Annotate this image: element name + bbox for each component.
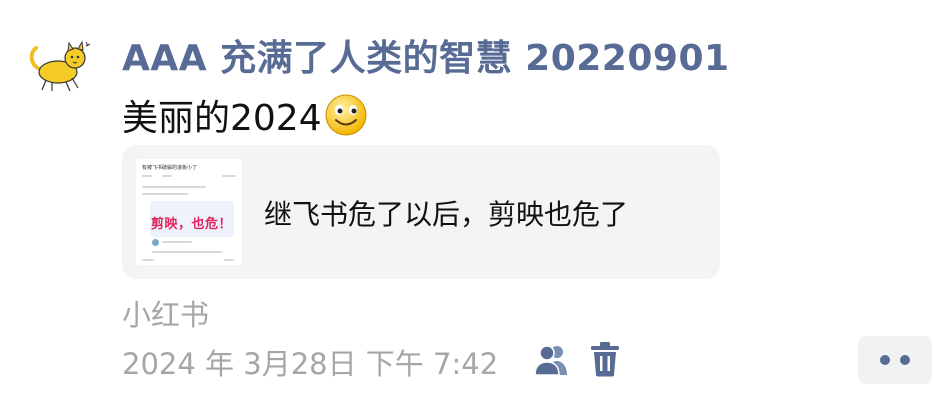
source-app[interactable]: 小红书 [122,292,209,334]
smiling-face-emoji-icon [325,94,367,136]
post-timestamp: 2024 年 3月28日 下午 7:42 [122,347,499,381]
thumbnail-line [142,259,154,261]
more-dots-icon [880,355,890,365]
link-card-title: 继飞书危了以后，剪映也危了 [264,198,629,231]
avatar[interactable] [28,38,92,94]
thumbnail-line [162,241,192,243]
thumbnail-line [224,259,234,261]
author-name[interactable]: AAA 充满了人类的智慧 20220901 [122,29,730,81]
more-dots-icon [900,355,910,365]
thumbnail-line [142,193,188,195]
thumbnail-line [142,186,206,188]
moments-post: AAA 充满了人类的智慧 20220901 美丽的2024 有被飞书破解的滚板小… [0,0,952,417]
friends-icon[interactable] [533,343,571,377]
post-text-row: 美丽的2024 [122,89,368,141]
link-card-thumbnail: 有被飞书破解的滚板小了 剪映，也危！ [136,159,242,265]
more-actions-button[interactable] [858,336,932,384]
thumbnail-line [142,175,152,177]
post-text: 美丽的2024 [122,98,322,139]
thumbnail-line [222,175,236,177]
thumbnail-line [152,251,222,253]
trash-icon[interactable] [590,341,620,377]
thumbnail-avatar [152,239,159,246]
link-card[interactable]: 有被飞书破解的滚板小了 剪映，也危！ 继飞书危了以后，剪映也危了 [122,145,720,279]
thumbnail-line [162,175,172,177]
thumbnail-headline: 剪映，也危！ [151,217,233,232]
thumbnail-title: 有被飞书破解的滚板小了 [142,165,198,171]
